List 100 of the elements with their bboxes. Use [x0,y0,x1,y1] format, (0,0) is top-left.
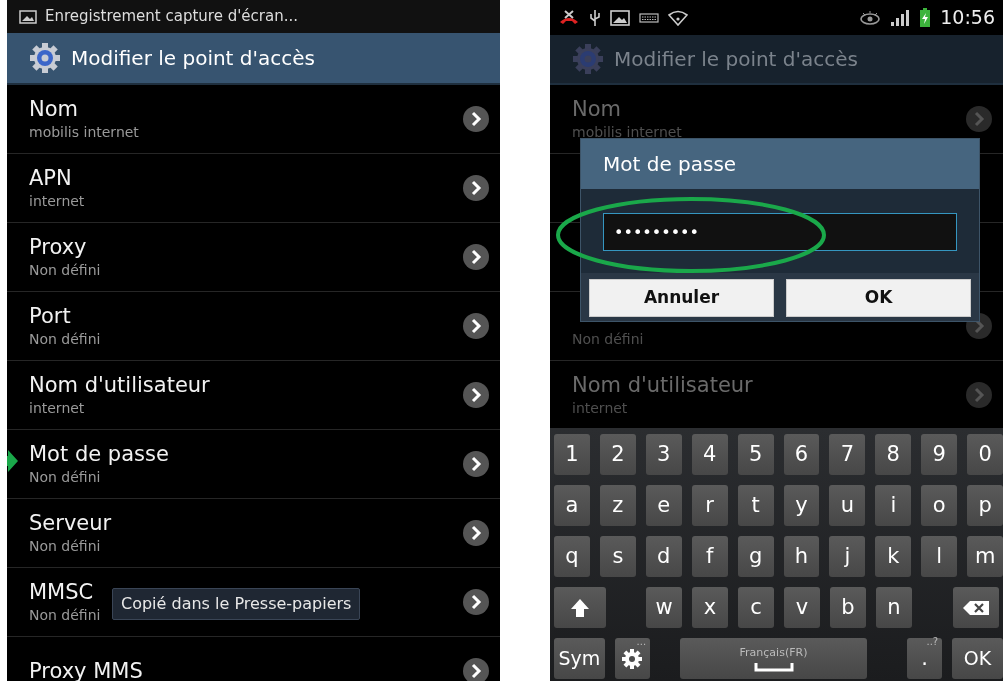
setting-title: Nom [572,96,621,122]
key[interactable]: p [967,485,1003,526]
dialog-title: Mot de passe [581,139,979,189]
backspace-key[interactable] [953,587,999,628]
setting-value: Non défini [29,606,101,625]
notification-text: Enregistrement capture d'écran... [45,6,298,28]
setting-value: mobilis internet [29,123,139,142]
key[interactable]: 1 [554,434,590,475]
signal-icon [890,8,911,27]
key[interactable]: e [645,485,682,526]
chevron-icon [965,105,993,133]
gear-icon [29,42,61,74]
battery-icon [919,7,932,28]
key[interactable]: t [737,485,774,526]
setting-value: Non défini [29,330,101,349]
setting-value: Non défini [29,468,101,487]
key[interactable]: z [599,485,636,526]
key-hint: ... [636,636,647,648]
setting-title: Serveur [29,510,112,536]
cancel-button[interactable]: Annuler [589,279,774,317]
chevron-icon [462,519,490,547]
setting-value: Non défini [572,330,644,349]
missed-call-icon [558,9,580,26]
setting-title: Proxy [29,234,87,260]
chevron-icon [462,588,490,616]
key[interactable]: s [599,536,636,577]
setting-title: Nom [29,96,78,122]
key[interactable]: Sym [554,638,605,679]
key[interactable]: w [646,587,682,628]
key[interactable]: k [875,536,912,577]
language-label: Français(FR) [739,645,808,662]
setting-title: Mot de passe [29,441,169,467]
image-icon [610,9,630,26]
up-arrow-icon [570,597,590,618]
key[interactable]: q [554,536,590,577]
key[interactable]: 7 [829,434,866,475]
setting-title: MMSC [29,579,94,605]
key[interactable]: a [554,485,590,526]
key[interactable]: d [645,536,682,577]
chevron-icon [462,243,490,271]
key[interactable]: OK [952,638,1003,679]
key[interactable]: 9 [921,434,958,475]
chevron-icon [462,657,490,681]
gear-icon [572,43,604,75]
key[interactable]: 0 [967,434,1003,475]
settings-key[interactable]: ... [614,638,651,679]
key[interactable]: 6 [783,434,820,475]
key[interactable]: f [691,536,728,577]
setting-value: Non défini [29,261,101,280]
key[interactable]: 5 [737,434,774,475]
setting-value: internet [572,399,628,418]
toast-message: Copié dans le Presse-papiers [112,588,361,620]
key[interactable]: y [783,485,820,526]
key[interactable]: u [829,485,866,526]
chevron-icon [462,174,490,202]
key[interactable]: . ..? [906,638,943,679]
shift-key[interactable] [554,587,606,628]
image-icon [19,9,37,24]
chevron-icon [462,312,490,340]
key[interactable]: 8 [875,434,912,475]
key[interactable]: j [829,536,866,577]
key[interactable]: i [875,485,912,526]
gear-icon [621,647,644,670]
chevron-icon [965,381,993,409]
setting-value: Non défini [29,537,101,556]
key[interactable]: v [784,587,820,628]
key[interactable]: 3 [645,434,682,475]
key[interactable]: 2 [599,434,636,475]
setting-value: internet [29,192,85,211]
setting-title: Nom d'utilisateur [29,372,210,398]
chevron-icon [462,450,490,478]
key[interactable]: 4 [691,434,728,475]
setting-value: mobilis internet [572,123,682,142]
key[interactable]: c [738,587,774,628]
space-key[interactable]: Français(FR) [680,638,867,679]
usb-icon [589,8,601,27]
setting-title: Nom d'utilisateur [572,372,753,398]
eye-icon [859,10,882,25]
key[interactable]: g [737,536,774,577]
key[interactable]: b [830,587,866,628]
setting-title: APN [29,165,72,191]
key[interactable]: o [921,485,958,526]
password-field[interactable]: ••••••••• [603,213,957,251]
backspace-icon [962,599,990,616]
key[interactable]: r [691,485,728,526]
ok-button[interactable]: OK [786,279,971,317]
screen-title: Modifier le point d'accès [71,45,315,72]
chevron-icon [462,105,490,133]
key-hint: ..? [926,636,939,648]
key[interactable]: m [967,536,1003,577]
wifi-icon [668,9,688,26]
key[interactable]: x [692,587,728,628]
screen-title: Modifier le point d'accès [614,46,858,73]
key[interactable]: n [876,587,912,628]
keyboard-icon [639,11,659,24]
chevron-icon [462,381,490,409]
clock-time: 10:56 [940,5,995,31]
key[interactable]: l [921,536,958,577]
key[interactable]: h [783,536,820,577]
setting-title: Port [29,303,71,329]
